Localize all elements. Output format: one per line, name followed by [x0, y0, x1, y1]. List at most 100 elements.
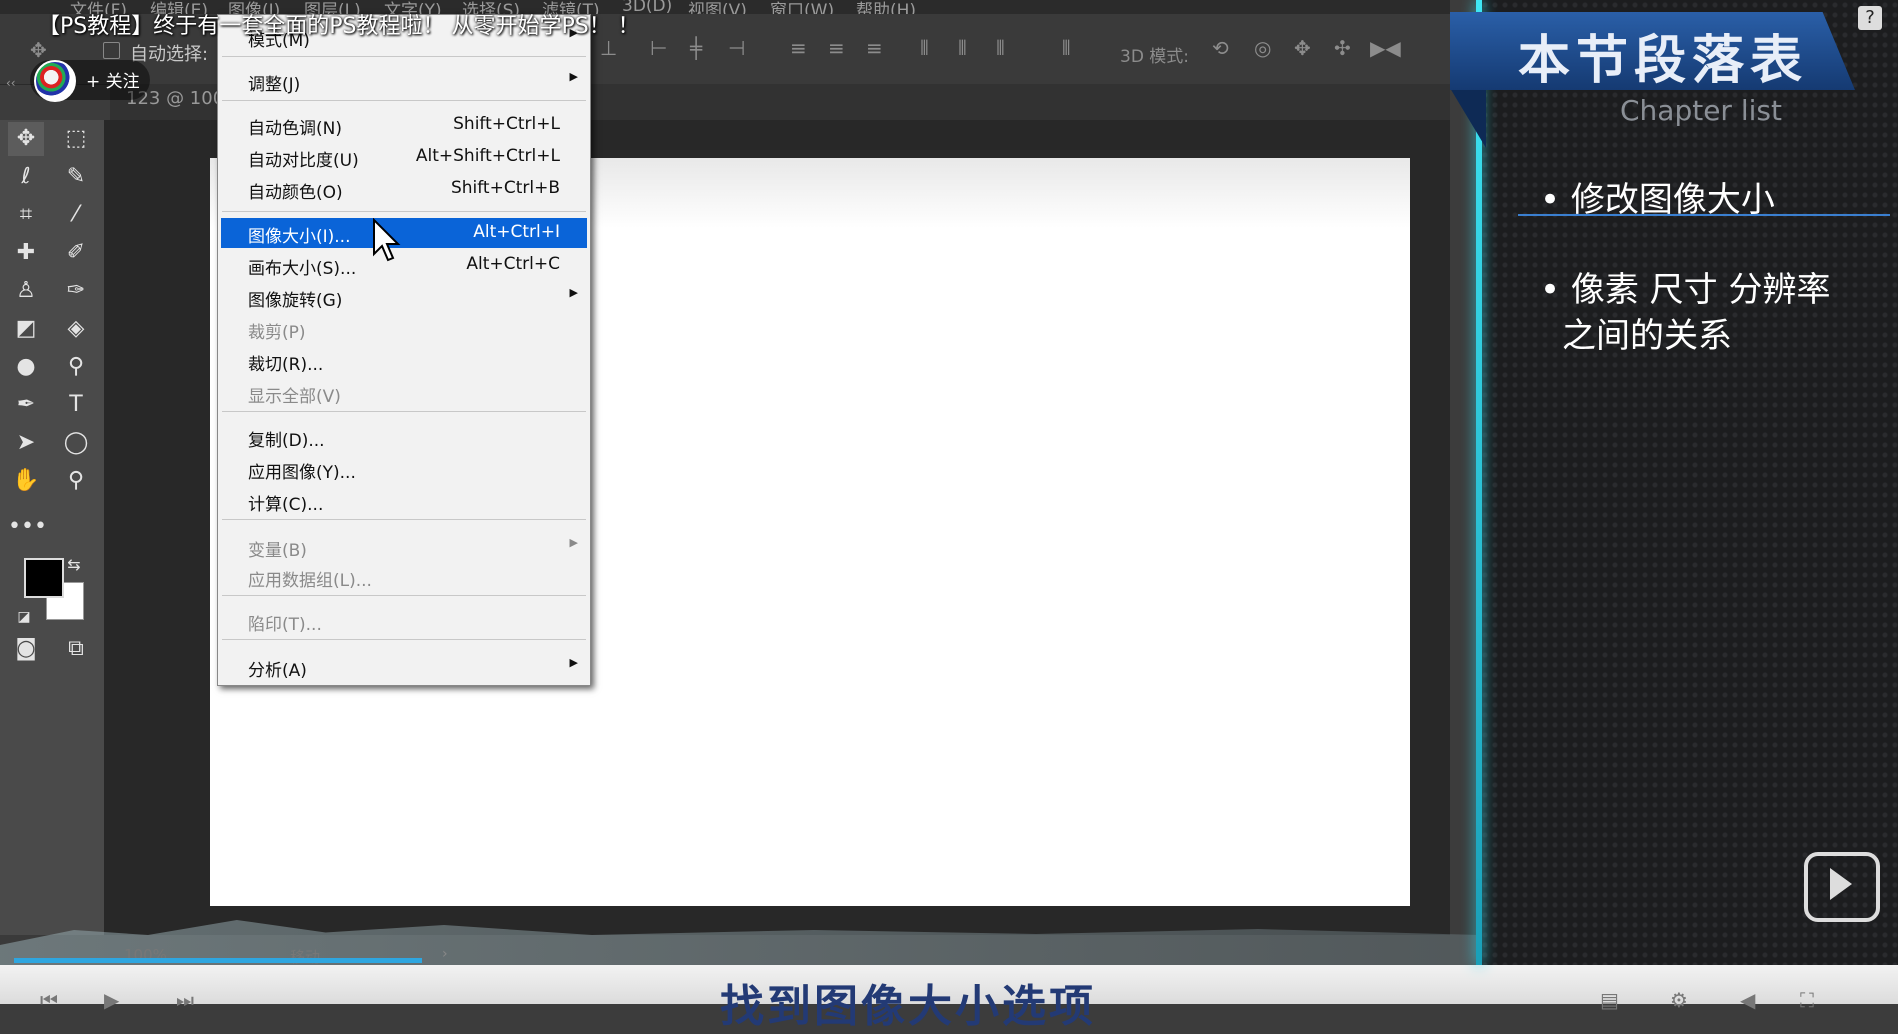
auto-align-icon[interactable]: ⫴: [1062, 36, 1070, 60]
menu-item-image-rotation[interactable]: 图像旋转(G) ▶: [218, 283, 590, 311]
menu-item-crop[interactable]: 裁剪(P): [218, 315, 590, 343]
menu-item-shortcut: Alt+Shift+Ctrl+L: [415, 146, 560, 166]
menu-item-auto-contrast[interactable]: 自动对比度(U) Alt+Shift+Ctrl+L: [218, 143, 590, 171]
chapter-item-underline: [1518, 214, 1890, 216]
lasso-tool-icon[interactable]: ℓ: [8, 160, 44, 194]
submenu-arrow-icon: ▶: [569, 70, 578, 83]
clone-stamp-icon[interactable]: ♙: [8, 274, 44, 308]
eraser-tool-icon[interactable]: ◩: [8, 312, 44, 346]
volume-icon[interactable]: ◀: [1740, 988, 1755, 1012]
auto-select-checkbox[interactable]: [103, 42, 120, 59]
prev-icon[interactable]: ⏮: [40, 988, 58, 1012]
follow-button[interactable]: + 关注: [86, 67, 140, 92]
menu-item-label: 图像大小(I)...: [248, 227, 351, 247]
distribute-right-icon[interactable]: ⦀: [996, 36, 1005, 60]
distribute-vcenter-icon[interactable]: ≡: [828, 36, 845, 60]
video-progress-bar[interactable]: [14, 958, 422, 963]
menu-item-trim[interactable]: 裁切(R)...: [218, 347, 590, 375]
zoom-tool-icon[interactable]: ⚲: [58, 464, 94, 498]
menu-item-label: 自动对比度(U): [248, 151, 359, 171]
marquee-tool-icon[interactable]: ⬚: [58, 122, 94, 156]
path-select-icon[interactable]: ➤: [8, 426, 44, 460]
align-hcenter-icon[interactable]: ╪: [690, 36, 702, 60]
fullscreen-icon[interactable]: ⛶: [1800, 988, 1814, 1012]
quick-mask-icon[interactable]: ◙: [8, 632, 44, 666]
menu-item-label: 自动色调(N): [248, 119, 342, 139]
move-tool-icon[interactable]: ✥: [30, 38, 47, 62]
menu-separator: [222, 519, 586, 520]
menu-item-trap[interactable]: 陷印(T)...: [218, 607, 590, 635]
blur-tool-icon[interactable]: ●: [8, 350, 44, 384]
menu-item-label: 复制(D)...: [248, 431, 325, 451]
swap-colors-icon[interactable]: ⇆: [64, 548, 84, 582]
chapter-subtitle: Chapter list: [1620, 94, 1782, 127]
align-left-icon[interactable]: ⊢: [650, 36, 667, 60]
more-tools-icon[interactable]: •••: [8, 510, 47, 544]
menu-item-apply-data-set[interactable]: 应用数据组(L)...: [218, 563, 590, 591]
ellipse-tool-icon[interactable]: ◯: [58, 426, 94, 460]
menu-item-label: 应用数据组(L)...: [248, 571, 372, 591]
default-colors-icon[interactable]: ◪: [14, 600, 34, 634]
chapter-panel: [1480, 0, 1898, 965]
type-tool-icon[interactable]: T: [58, 388, 94, 422]
distribute-left-icon[interactable]: ⦀: [920, 36, 929, 60]
quick-select-tool-icon[interactable]: ✎: [58, 160, 94, 194]
distribute-hcenter-icon[interactable]: ⦀: [958, 36, 967, 60]
settings-icon[interactable]: ⚙: [1670, 988, 1688, 1012]
menu-item-variables[interactable]: 变量(B) ▶: [218, 533, 590, 561]
status-arrow-icon[interactable]: ›: [442, 946, 448, 962]
menu-item-auto-tone[interactable]: 自动色调(N) Shift+Ctrl+L: [218, 111, 590, 139]
menu-item-reveal-all[interactable]: 显示全部(V): [218, 379, 590, 407]
3d-rotate-icon[interactable]: ⟲: [1212, 36, 1229, 60]
distribute-top-icon[interactable]: ≡: [790, 36, 807, 60]
menu-item-label: 应用图像(Y)...: [248, 463, 356, 483]
collapse-icon[interactable]: ‹‹: [6, 76, 16, 90]
menu-item-apply-image[interactable]: 应用图像(Y)...: [218, 455, 590, 483]
crop-tool-icon[interactable]: ⌗: [8, 198, 44, 232]
video-subtitle: 找到图像大小选项: [720, 981, 1096, 1032]
3d-drag-icon[interactable]: ✥: [1294, 36, 1311, 60]
brush-tool-icon[interactable]: ✐: [58, 236, 94, 270]
history-brush-icon[interactable]: ✑: [58, 274, 94, 308]
submenu-arrow-icon: ▶: [569, 286, 578, 299]
bilibili-play-icon: [1830, 868, 1852, 900]
eyedropper-tool-icon[interactable]: ⁄: [58, 198, 94, 232]
pen-tool-icon[interactable]: ✒: [8, 388, 44, 422]
move-tool-icon[interactable]: ✥: [8, 122, 44, 156]
panel-divider: [1476, 0, 1482, 965]
paint-bucket-icon[interactable]: ◈: [58, 312, 94, 346]
menu-separator: [222, 639, 586, 640]
align-right-icon[interactable]: ⊣: [728, 36, 745, 60]
menu-item-adjustments[interactable]: 调整(J) ▶: [218, 67, 590, 95]
menu-item-label: 自动颜色(O): [248, 183, 343, 203]
healing-brush-icon[interactable]: ✚: [8, 236, 44, 270]
3d-scale-icon[interactable]: ▶◀: [1370, 36, 1401, 60]
help-icon[interactable]: ?: [1858, 6, 1882, 30]
menu-item-calculations[interactable]: 计算(C)...: [218, 487, 590, 515]
danmaku-icon[interactable]: ▤: [1600, 988, 1619, 1012]
menu-item-canvas-size[interactable]: 画布大小(S)... Alt+Ctrl+C: [218, 251, 590, 279]
chapter-title: 本节段落表: [1518, 31, 1809, 91]
menu-separator: [222, 56, 586, 57]
hand-tool-icon[interactable]: ✋: [8, 464, 44, 498]
screen-mode-icon[interactable]: ⧉: [58, 632, 94, 666]
distribute-bottom-icon[interactable]: ≡: [866, 36, 883, 60]
menu-item-image-size[interactable]: 图像大小(I)... Alt+Ctrl+I: [221, 218, 587, 248]
menu-separator: [222, 595, 586, 596]
3d-slide-icon[interactable]: ✣: [1334, 36, 1351, 60]
3d-roll-icon[interactable]: ◎: [1254, 36, 1271, 60]
menu-separator: [222, 211, 586, 212]
menu-item-label: 分析(A): [248, 661, 307, 681]
foreground-color-swatch[interactable]: [24, 558, 64, 598]
menu-item-analysis[interactable]: 分析(A) ▶: [218, 653, 590, 681]
menu-item-auto-color[interactable]: 自动颜色(O) Shift+Ctrl+B: [218, 175, 590, 203]
menu-item-label: 图像旋转(G): [248, 291, 343, 311]
next-icon[interactable]: ⏭: [176, 988, 194, 1012]
menu-item-label: 计算(C)...: [248, 495, 324, 515]
dodge-tool-icon[interactable]: ⚲: [58, 350, 94, 384]
uploader-avatar[interactable]: [34, 60, 76, 102]
menu-item-duplicate[interactable]: 复制(D)...: [218, 423, 590, 451]
menu-item-label: 陷印(T)...: [248, 615, 322, 635]
menu-item-shortcut: Shift+Ctrl+L: [453, 114, 560, 134]
play-icon[interactable]: ▶: [104, 988, 119, 1012]
